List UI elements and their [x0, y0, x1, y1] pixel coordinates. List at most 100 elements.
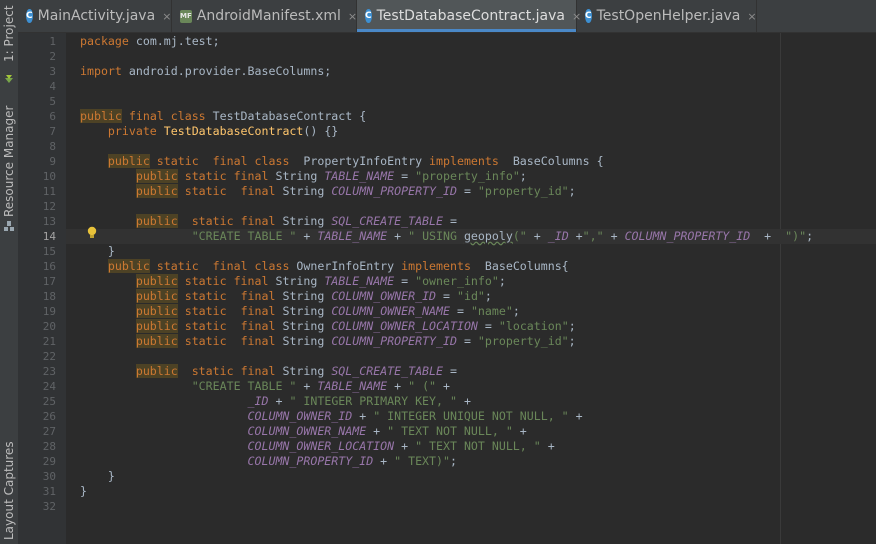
project-tool-tab[interactable]: 1: Project	[0, 0, 18, 90]
code-token: geopoly	[463, 229, 513, 243]
code-line[interactable]: COLUMN_OWNER_NAME + " TEXT NOT NULL, " +	[80, 424, 527, 439]
line-number: 8	[49, 140, 56, 153]
code-line[interactable]: }	[80, 484, 87, 499]
line-number: 11	[42, 185, 56, 198]
code-token: +	[352, 409, 374, 423]
code-token: =	[450, 304, 471, 318]
code-token: final class	[212, 259, 290, 273]
code-token: public	[135, 274, 178, 288]
line-number: 9	[49, 155, 56, 168]
code-token: final	[240, 289, 276, 303]
code-token: ;	[568, 319, 576, 333]
code-token: final	[240, 184, 276, 198]
code-line[interactable]: COLUMN_OWNER_LOCATION + " TEXT NOT NULL,…	[80, 439, 555, 454]
code-token: () {}	[303, 124, 339, 138]
code-token: OwnerInfoEntry	[289, 259, 402, 273]
code-token: ("	[512, 229, 527, 243]
code-line[interactable]: public static final String TABLE_NAME = …	[80, 274, 506, 289]
code-line[interactable]: public static final String COLUMN_PROPER…	[80, 184, 576, 199]
tab-label: MainActivity.java	[37, 8, 156, 24]
code-token: COLUMN_PROPERTY_ID	[624, 229, 751, 243]
code-token: =	[443, 214, 457, 228]
code-line[interactable]: public static final String TABLE_NAME = …	[80, 169, 527, 184]
code-token: "CREATE TABLE "	[191, 229, 297, 243]
lightbulb-icon[interactable]	[87, 226, 97, 240]
line-number: 10	[42, 170, 56, 183]
code-token: String	[275, 184, 332, 198]
code-line[interactable]: COLUMN_OWNER_ID + " INTEGER UNIQUE NOT N…	[80, 409, 583, 424]
code-token: String	[268, 274, 325, 288]
code-token: static final	[191, 364, 276, 378]
code-line[interactable]: _ID + " INTEGER PRIMARY KEY, " +	[80, 394, 471, 409]
code-token: TABLE_NAME	[317, 379, 388, 393]
code-line[interactable]: "CREATE TABLE " + TABLE_NAME + " USING g…	[80, 229, 813, 244]
tab-test-database-contract[interactable]: C TestDatabaseContract.java ×	[357, 0, 581, 32]
code-token: COLUMN_OWNER_NAME	[247, 424, 367, 438]
code-token: static	[184, 304, 227, 318]
code-token: final	[240, 319, 276, 333]
code-line[interactable]: public static final String SQL_CREATE_TA…	[80, 364, 457, 379]
code-token: COLUMN_OWNER_ID	[247, 409, 353, 423]
layout-captures-tab[interactable]: Layout Captures	[0, 430, 18, 544]
project-tool-label: 1: Project	[2, 5, 16, 62]
code-token: COLUMN_PROPERTY_ID	[331, 184, 457, 198]
code-token: "location"	[498, 319, 569, 333]
code-token: +	[568, 229, 583, 243]
code-token: +	[373, 454, 395, 468]
code-token: =	[477, 319, 499, 333]
code-token: TestDatabaseContract {	[205, 109, 367, 123]
code-token: COLUMN_PROPERTY_ID	[331, 334, 457, 348]
code-line[interactable]: public static final String COLUMN_OWNER_…	[80, 289, 492, 304]
code-token: SQL_CREATE_TABLE	[331, 364, 443, 378]
code-line[interactable]: public static final class PropertyInfoEn…	[80, 154, 604, 169]
code-token: +	[456, 394, 471, 408]
code-line[interactable]: package com.mj.test;	[80, 34, 220, 49]
code-token: String	[275, 289, 332, 303]
code-line[interactable]: "CREATE TABLE " + TABLE_NAME + " (" +	[80, 379, 450, 394]
code-line[interactable]: private TestDatabaseContract() {}	[80, 124, 338, 139]
code-token: TABLE_NAME	[317, 229, 388, 243]
code-line[interactable]: }	[80, 244, 115, 259]
code-token: }	[80, 244, 115, 258]
code-token: ")"	[785, 229, 807, 243]
code-line[interactable]: public final class TestDatabaseContract …	[80, 109, 366, 124]
code-line[interactable]: public static final String COLUMN_OWNER_…	[80, 319, 576, 334]
close-icon[interactable]: ×	[162, 10, 171, 23]
close-icon[interactable]: ×	[747, 10, 756, 23]
tab-test-open-helper[interactable]: C TestOpenHelper.java ×	[577, 0, 757, 32]
line-number: 15	[42, 245, 56, 258]
tab-main-activity[interactable]: C MainActivity.java ×	[18, 0, 172, 32]
code-line[interactable]: import android.provider.BaseColumns;	[80, 64, 331, 79]
code-line[interactable]: }	[80, 469, 115, 484]
resource-manager-tab[interactable]: Resource Manager	[0, 100, 18, 240]
code-line[interactable]: public static final String SQL_CREATE_TA…	[80, 214, 457, 229]
code-line[interactable]: public static final String COLUMN_OWNER_…	[80, 304, 520, 319]
code-token: public	[107, 154, 150, 168]
line-number: 22	[42, 350, 56, 363]
code-token: "property_info"	[415, 169, 520, 183]
code-token: +	[387, 379, 409, 393]
line-number-gutter[interactable]: 1 2 3 4 5 6 7 8 9 10 11 12 13 14 15 16 17 18 19 20 21 22 23 24 2…	[18, 33, 77, 544]
code-line[interactable]: COLUMN_PROPERTY_ID + " TEXT)";	[80, 454, 457, 469]
code-token: final	[240, 304, 276, 318]
line-number: 18	[42, 290, 56, 303]
line-number: 30	[42, 470, 56, 483]
code-token: =	[443, 364, 457, 378]
code-line[interactable]: public static final String COLUMN_PROPER…	[80, 334, 576, 349]
java-class-icon: C	[585, 9, 592, 23]
code-line[interactable]: public static final class OwnerInfoEntry…	[80, 259, 569, 274]
code-token: +	[268, 394, 290, 408]
close-icon[interactable]: ×	[348, 10, 357, 23]
code-token: +	[526, 229, 548, 243]
tab-android-manifest[interactable]: MF AndroidManifest.xml ×	[172, 0, 357, 32]
